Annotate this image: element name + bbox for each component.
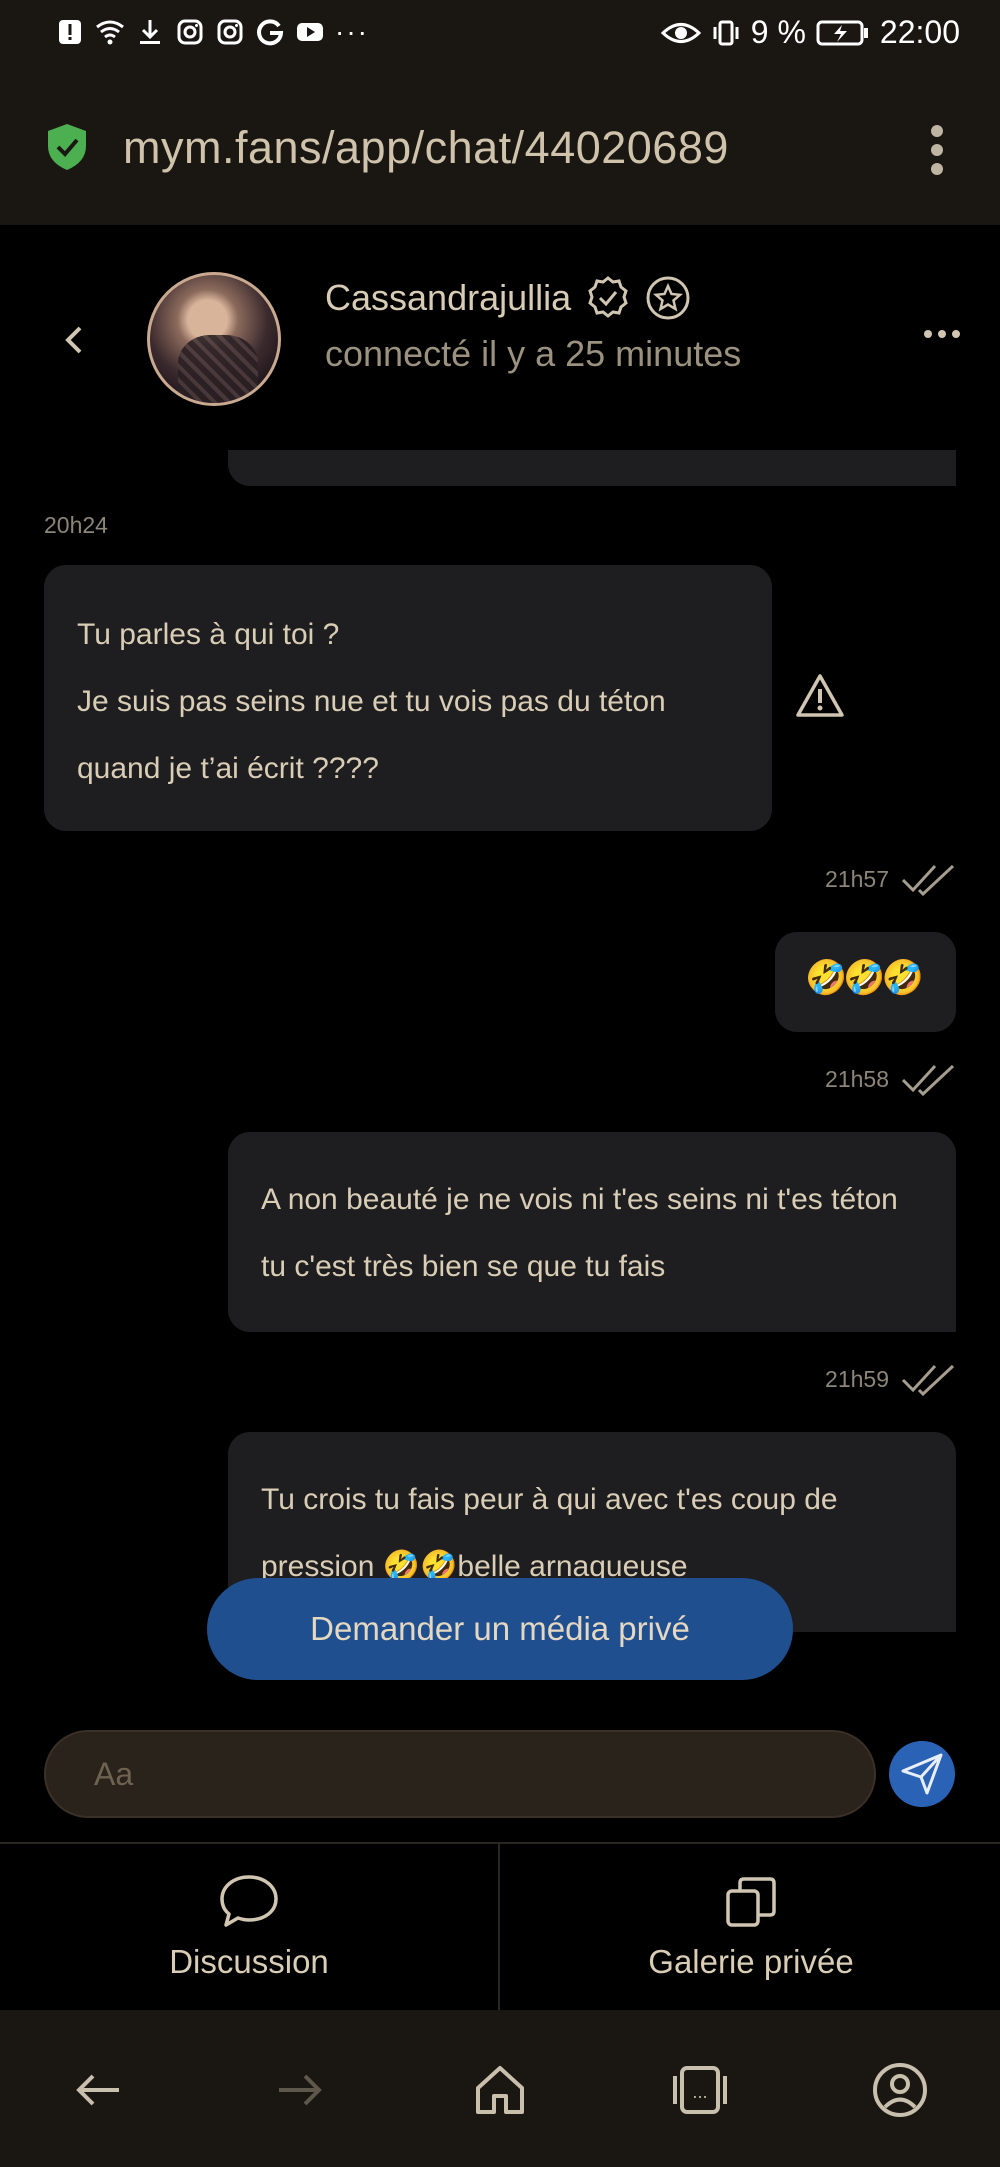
more-options-icon[interactable] (924, 330, 960, 338)
google-icon (255, 17, 285, 47)
message-timestamp: 21h58 (825, 1065, 889, 1092)
eye-icon (660, 18, 701, 48)
vibrate-icon (711, 18, 741, 48)
browser-address-bar: mym.fans/app/chat/44020689 (0, 70, 1000, 225)
arrow-back-icon[interactable] (68, 2060, 130, 2120)
message-bubble-previous (228, 450, 956, 486)
battery-charging-icon (816, 18, 870, 48)
instagram-icon (175, 17, 205, 47)
status-bar-system: 9 % 22:00 (660, 14, 960, 51)
tabs-switcher-icon[interactable]: ... (669, 2060, 731, 2120)
clock: 22:00 (879, 14, 960, 50)
message-meta: 21h59 (825, 1362, 955, 1397)
bottom-tabs: Discussion Galerie privée (0, 1842, 1000, 2010)
status-bar: ··· 9 % 22:00 (0, 0, 1000, 70)
request-private-media-button[interactable]: Demander un média privé (207, 1578, 793, 1680)
message-text: Tu parles à qui toi ? (77, 618, 340, 651)
svg-text:...: ... (692, 2083, 707, 2102)
message-bubble-outgoing[interactable]: A non beauté je ne vois ni t'es seins ni… (228, 1132, 956, 1332)
contact-name[interactable]: Cassandrajullia (325, 277, 571, 319)
status-bar-notifications: ··· (55, 16, 369, 48)
tab-galerie-privee[interactable]: Galerie privée (502, 1844, 1000, 2010)
message-input[interactable] (94, 1755, 874, 1793)
more-notifications-icon: ··· (335, 16, 369, 47)
wifi-icon (95, 17, 125, 47)
double-check-icon (901, 1362, 955, 1397)
url-text[interactable]: mym.fans/app/chat/44020689 (123, 122, 729, 174)
instagram-icon (215, 17, 245, 47)
chat-header: Cassandrajullia connecté il y a 25 minut… (0, 225, 1000, 450)
message-list[interactable]: 20h24 Tu parles à qui toi ? Je suis pas … (0, 450, 1000, 1690)
verified-badge-icon (585, 275, 631, 321)
battery-percent: 9 % (750, 14, 806, 50)
message-bubble-incoming[interactable]: Tu parles à qui toi ? Je suis pas seins … (44, 565, 772, 831)
chevron-left-icon[interactable] (60, 320, 90, 360)
youtube-icon (295, 17, 325, 47)
alert-icon (55, 17, 85, 47)
home-icon[interactable] (469, 2060, 531, 2120)
message-timestamp: 21h57 (825, 865, 889, 892)
star-badge-icon (645, 275, 691, 321)
send-button[interactable] (889, 1741, 955, 1807)
download-icon (135, 17, 165, 47)
contact-name-row: Cassandrajullia (325, 275, 691, 321)
message-timestamp: 20h24 (44, 512, 108, 538)
message-timestamp: 21h59 (825, 1365, 889, 1392)
message-meta: 21h57 (825, 862, 955, 897)
browser-nav-bar: ... (0, 2010, 1000, 2167)
gallery-icon (726, 1877, 776, 1927)
tab-label: Galerie privée (648, 1943, 854, 1980)
shield-check-icon[interactable] (45, 122, 89, 172)
arrow-forward-icon[interactable] (268, 2060, 330, 2120)
chat-bubble-icon (220, 1875, 278, 1927)
send-icon (901, 1753, 943, 1795)
presence-status: connecté il y a 25 minutes (325, 333, 742, 374)
message-text: Je suis pas seins nue et tu vois pas du … (77, 685, 666, 785)
message-bubble-outgoing[interactable]: 🤣🤣🤣 (775, 932, 956, 1032)
double-check-icon (901, 1062, 955, 1097)
warning-icon[interactable] (795, 673, 845, 719)
tab-label: Discussion (169, 1943, 329, 1980)
browser-menu-icon[interactable] (931, 125, 945, 175)
message-composer[interactable] (44, 1730, 876, 1818)
message-meta: 21h58 (825, 1062, 955, 1097)
avatar[interactable] (147, 272, 281, 406)
double-check-icon (901, 862, 955, 897)
account-icon[interactable] (869, 2060, 931, 2120)
tab-discussion[interactable]: Discussion (0, 1844, 500, 2010)
